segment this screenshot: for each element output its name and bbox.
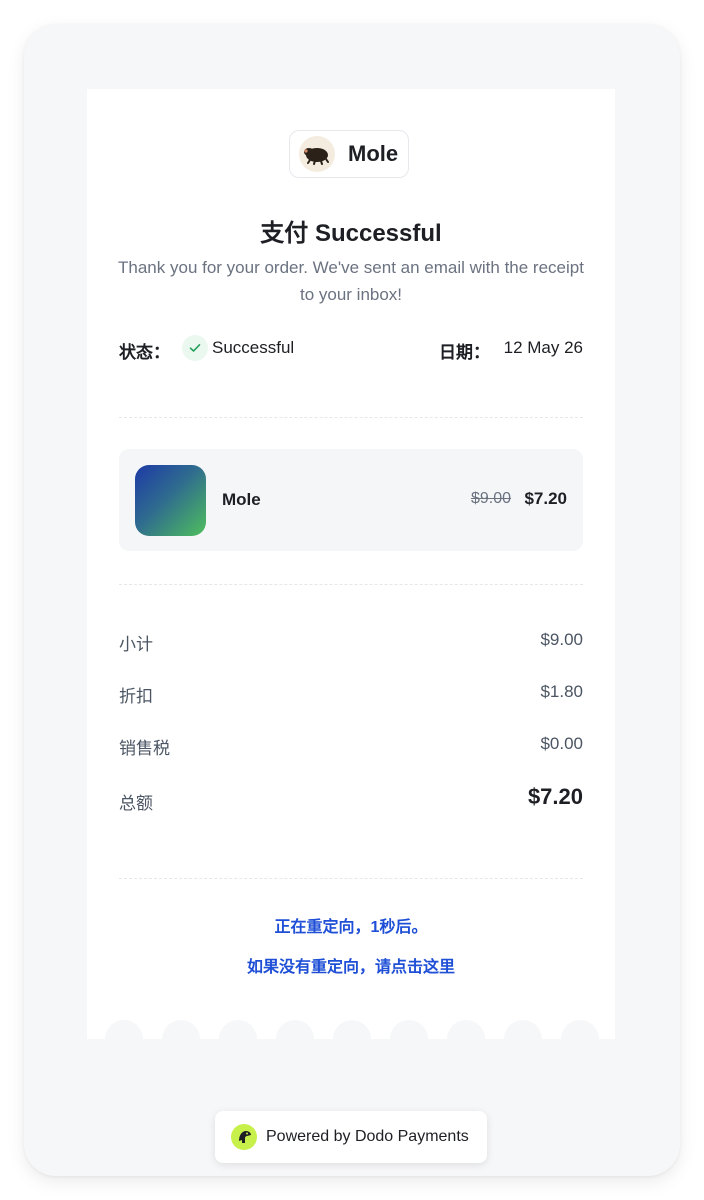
- divider: [119, 584, 583, 585]
- subtotal-value: $9.00: [540, 630, 583, 649]
- powered-by-badge[interactable]: Powered by Dodo Payments: [215, 1111, 487, 1163]
- subtotal-label: 小计: [119, 635, 153, 654]
- receipt-scalloped-edge: [87, 1020, 615, 1060]
- manual-redirect-link[interactable]: 如果没有重定向，请点击这里: [87, 953, 615, 977]
- status-label: 状态：: [119, 343, 170, 362]
- discount-value: $1.80: [540, 682, 583, 701]
- scallop: [162, 1020, 200, 1058]
- discount-row: 折扣 $1.80: [119, 682, 583, 706]
- scallop: [561, 1020, 599, 1058]
- total-value: $7.20: [527, 784, 583, 809]
- mole-icon: [299, 136, 335, 172]
- check-icon: [182, 335, 208, 361]
- scallop: [219, 1020, 257, 1058]
- date-value: 12 May 26: [503, 338, 583, 357]
- total-row: 总额 $7.20: [119, 784, 583, 813]
- checkout-frame: Mole 支付 Successful Thank you for your or…: [24, 24, 680, 1176]
- scallop: [333, 1020, 371, 1058]
- product-name: Mole: [222, 490, 261, 509]
- product-price: $7.20: [524, 489, 567, 508]
- divider: [119, 878, 583, 879]
- redirect-countdown: 正在重定向，1秒后。: [274, 919, 428, 936]
- receipt-card: Mole 支付 Successful Thank you for your or…: [87, 89, 615, 1039]
- divider: [119, 417, 583, 418]
- tax-row: 销售税 $0.00: [119, 734, 583, 758]
- date-label: 日期：: [439, 343, 490, 362]
- brand-badge: Mole: [289, 130, 409, 178]
- total-label: 总额: [119, 794, 153, 813]
- product-item: Mole $9.00 $7.20: [119, 449, 583, 551]
- scallop: [504, 1020, 542, 1058]
- subtotal-row: 小计 $9.00: [119, 630, 583, 654]
- brand-name: Mole: [348, 141, 399, 166]
- scallop: [105, 1020, 143, 1058]
- product-original-price: $9.00: [470, 490, 511, 507]
- dodo-payments-icon: [231, 1124, 257, 1150]
- tax-value: $0.00: [540, 734, 583, 753]
- scallop: [276, 1020, 314, 1058]
- page-title: 支付 Successful: [260, 220, 442, 247]
- scallop: [390, 1020, 428, 1058]
- discount-label: 折扣: [119, 687, 153, 706]
- tax-label: 销售税: [119, 739, 170, 758]
- scallop: [447, 1020, 485, 1058]
- page-subtitle: Thank you for your order. We've sent an …: [118, 258, 584, 304]
- product-image: [135, 465, 206, 536]
- order-meta-row: 状态： Successful 日期： 12 May 26: [119, 334, 583, 364]
- powered-by-text: Powered by Dodo Payments: [266, 1128, 469, 1145]
- status-value: Successful: [212, 338, 295, 357]
